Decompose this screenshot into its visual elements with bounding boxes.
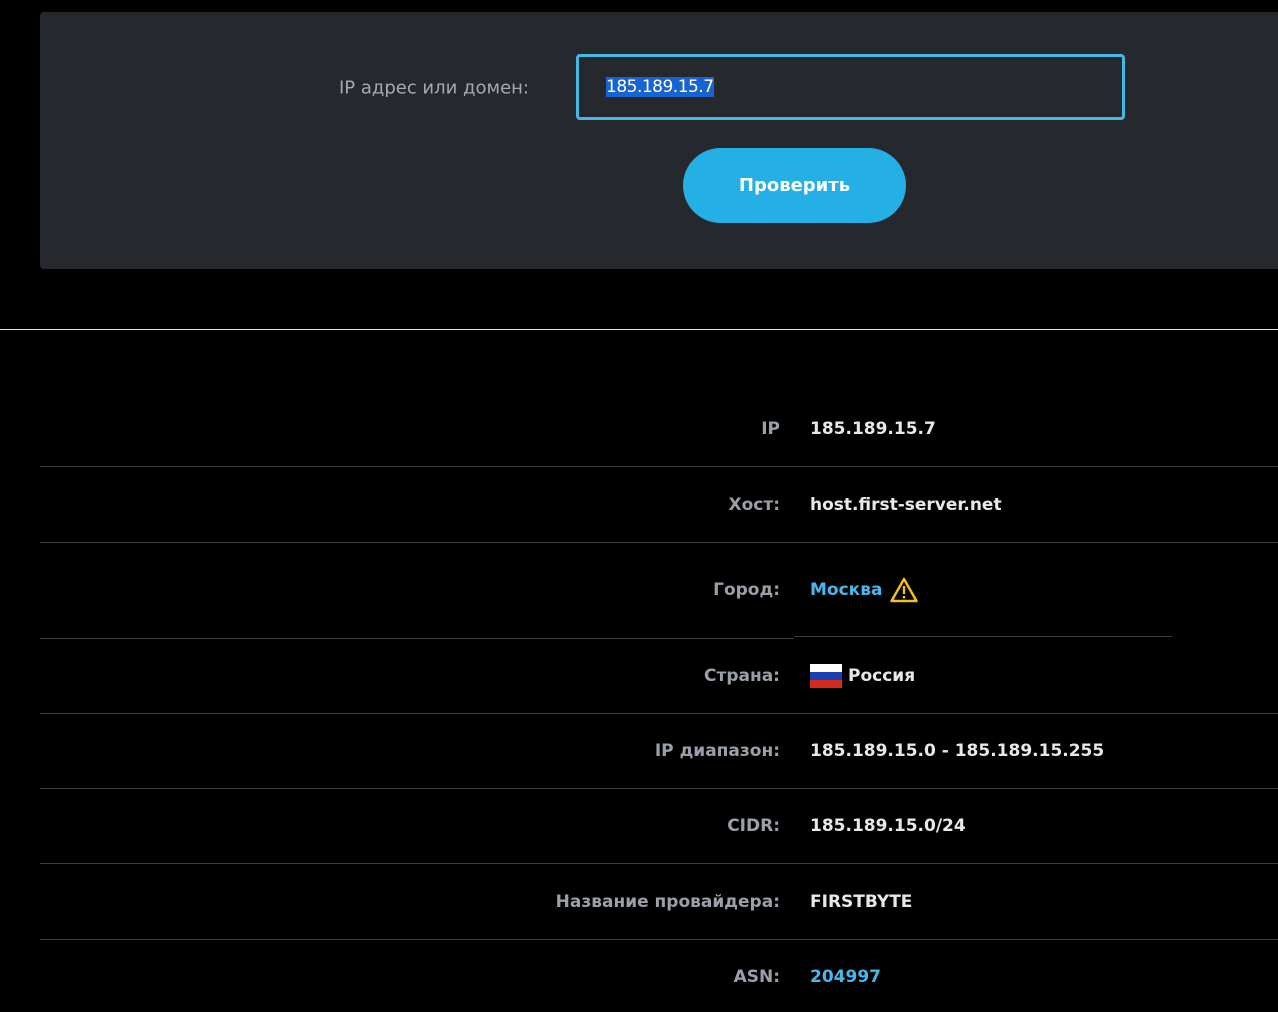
host-label: Хост: [728, 495, 780, 515]
row-divider [40, 788, 1278, 789]
ip-input-value[interactable]: 185.189.15.7 [606, 77, 714, 97]
city-link[interactable]: Москва [810, 580, 882, 600]
check-button[interactable]: Проверить [683, 148, 906, 223]
row-divider [40, 863, 1278, 864]
ip-domain-input[interactable]: 185.189.15.7 [576, 54, 1125, 120]
page: IP адрес или домен: 185.189.15.7 Провери… [0, 0, 1278, 1012]
row-divider [40, 638, 794, 639]
asn-value: 204997 [810, 967, 881, 987]
provider-value: FIRSTBYTE [810, 892, 913, 912]
country-value: Россия [810, 664, 915, 688]
city-underline [794, 636, 1172, 637]
warning-triangle-icon[interactable] [890, 577, 919, 603]
country-name: Россия [848, 666, 916, 686]
ip-input-label: IP адрес или домен: [338, 77, 529, 99]
section-divider [0, 329, 1278, 330]
ip-range-value: 185.189.15.0 - 185.189.15.255 [810, 741, 1105, 761]
asn-label: ASN: [733, 967, 780, 987]
ip-range-label: IP диапазон: [654, 741, 780, 761]
asn-link[interactable]: 204997 [810, 967, 881, 987]
ip-value: 185.189.15.7 [810, 419, 936, 439]
city-label: Город: [713, 580, 780, 600]
search-panel [40, 12, 1278, 269]
row-divider [40, 466, 1278, 467]
city-value: Москва [810, 577, 919, 603]
russia-flag-icon [810, 664, 842, 688]
provider-label: Название провайдера: [555, 892, 780, 912]
row-divider [40, 713, 1278, 714]
ip-label: IP [761, 419, 780, 439]
row-divider [40, 542, 1278, 543]
country-label: Страна: [704, 666, 780, 686]
row-divider [40, 939, 1278, 940]
cidr-value: 185.189.15.0/24 [810, 816, 966, 836]
cidr-label: CIDR: [727, 816, 780, 836]
host-value: host.first-server.net [810, 495, 1002, 515]
